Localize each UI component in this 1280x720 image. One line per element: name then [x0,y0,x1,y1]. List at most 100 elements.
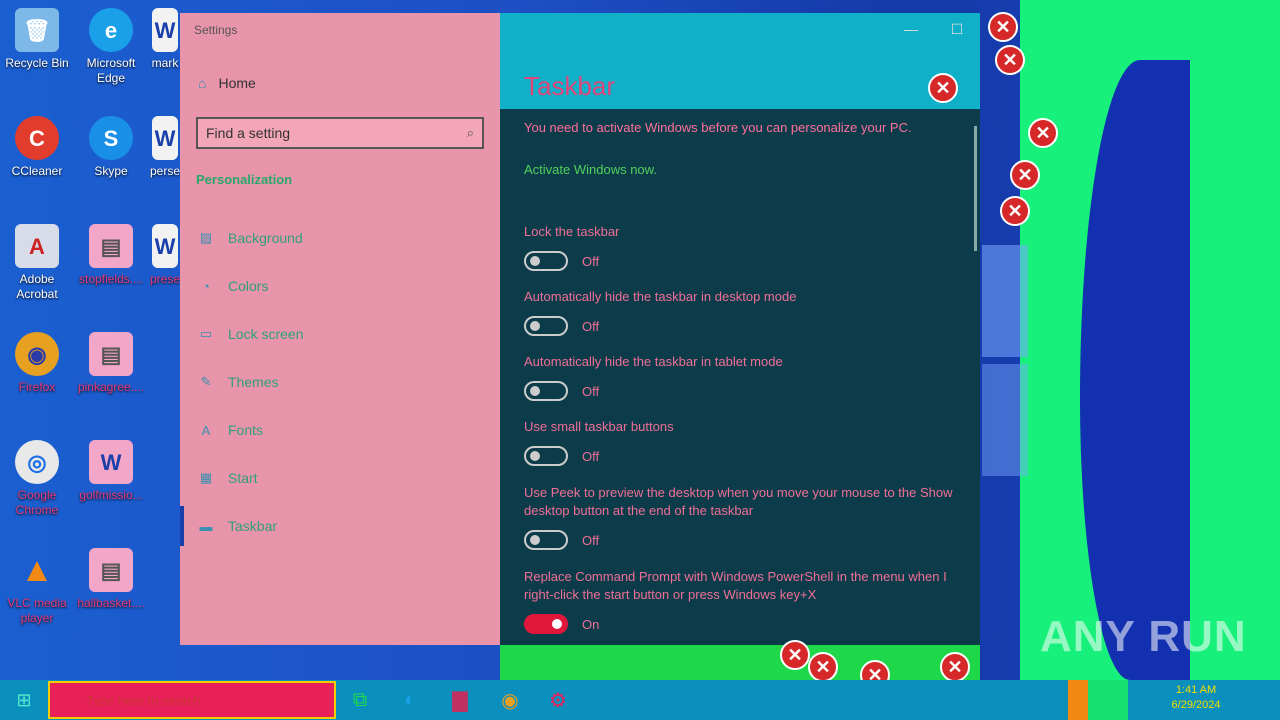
error-icon: ✕ [940,652,970,682]
lock-taskbar-toggle[interactable] [524,251,568,271]
skype-icon: S [89,116,133,160]
desktop-icon-edge[interactable]: e Microsoft Edge [76,8,146,86]
word-document-icon: W [89,440,133,484]
page-title: Taskbar [524,71,616,101]
start-button[interactable]: ⊞ [0,680,48,720]
desktop-icon-mark[interactable]: W mark [150,8,180,71]
nav-item-colors[interactable]: ◔ Colors [180,266,500,306]
image-file-icon: ▤ [89,332,133,376]
nav-item-label: Colors [228,278,269,294]
task-view-button[interactable]: ⧉ [336,680,384,720]
settings-window: Settings ⌂ Home Find a setting ⌕ Persona… [180,13,980,645]
wallpaper-windows-logo-pane [982,364,1028,476]
taskbar-file-explorer[interactable]: ▇ [436,680,484,720]
image-file-icon: ▤ [89,224,133,268]
nav-item-label: Themes [228,374,279,390]
nav-item-label: Taskbar [228,518,278,534]
acrobat-icon: A [15,224,59,268]
desktop-icon-vlc[interactable]: ▲ VLC media player [2,548,72,626]
error-icon: ✕ [988,12,1018,42]
error-icon: ✕ [1028,118,1058,148]
start-tiles-icon: ▦ [199,470,213,485]
taskbar-settings[interactable]: ⚙ [534,680,582,720]
error-icon: ✕ [808,652,838,682]
edge-icon: e [89,8,133,52]
wallpaper-windows-logo-pane [982,245,1028,357]
taskbar-firefox[interactable]: ◉ [486,680,534,720]
setting-powershell: Replace Command Prompt with Windows Powe… [524,568,964,634]
toggle-state-label: Off [582,253,600,269]
image-file-icon: ▤ [89,548,133,592]
toggle-state-label: Off [582,383,600,399]
error-icon: ✕ [780,640,810,670]
toggle-state-label: Off [582,448,600,464]
setting-lock-taskbar: Lock the taskbar Off [524,223,964,271]
powershell-toggle[interactable] [524,614,568,634]
settings-search-input[interactable]: Find a setting ⌕ [196,117,484,149]
word-document-icon: W [152,224,178,268]
recycle-bin-icon: 🗑 [15,8,59,52]
green-overlay-band [500,645,980,680]
section-heading: Personalization [196,172,293,187]
desktop-icon-hallbasket[interactable]: ▤ hallbasket.... [76,548,146,611]
small-buttons-toggle[interactable] [524,446,568,466]
home-icon: ⌂ [198,75,207,91]
desktop-icon-golfmissio[interactable]: W golfmissio... [76,440,146,503]
edge-icon: ◐ [403,688,417,711]
nav-item-start[interactable]: ▦ Start [180,458,500,498]
desktop-icon-pinkagree[interactable]: ▤ pinkagree.... [76,332,146,395]
nav-item-lock-screen[interactable]: ▭ Lock screen [180,314,500,354]
folder-icon: ▇ [452,689,468,712]
desktop-icon-prese[interactable]: W prese [150,224,180,287]
nav-item-label: Fonts [228,422,264,438]
minimize-button[interactable]: — [888,13,934,45]
search-placeholder: Find a setting [206,125,291,141]
desktop-icon-ccleaner[interactable]: C CCleaner [2,116,72,179]
windows-start-icon: ⊞ [16,689,32,710]
toggle-state-label: On [582,616,600,632]
autohide-desktop-toggle[interactable] [524,316,568,336]
search-icon: ⌕ [466,125,474,140]
clock-date: 6/29/2024 [1171,699,1221,711]
nav-item-themes[interactable]: ✎ Themes [180,362,500,402]
maximize-button[interactable]: ☐ [934,13,980,45]
home-nav-item[interactable]: ⌂ Home [198,75,256,91]
desktop-icon-skype[interactable]: S Skype [76,116,146,179]
taskbar-search-text: Type here to search [86,692,201,708]
nav-item-background[interactable]: ▨ Background [180,218,500,258]
nav-item-label: Start [228,470,258,486]
desktop-icon-firefox[interactable]: ◉ Firefox [2,332,72,395]
autohide-tablet-toggle[interactable] [524,381,568,401]
peek-toggle[interactable] [524,530,568,550]
desktop-icon-perse[interactable]: W perse [150,116,180,179]
desktop-icon-recycle-bin[interactable]: 🗑 Recycle Bin [2,8,72,71]
activate-windows-link[interactable]: Activate Windows now. [524,162,657,177]
clock-time: 1:41 AM [1175,684,1217,696]
scrollbar[interactable] [974,126,977,251]
desktop-icon-adobe-acrobat[interactable]: A Adobe Acrobat [2,224,72,302]
setting-small-buttons: Use small taskbar buttons Off [524,418,964,466]
nav-item-fonts[interactable]: A Fonts [180,410,500,450]
word-document-icon: W [152,8,178,52]
brush-icon: ✎ [200,374,212,389]
word-document-icon: W [152,116,178,160]
taskbar-edge[interactable]: ◐ [386,680,434,720]
window-title: Settings [194,23,238,37]
window-controls: — ☐ [888,13,980,45]
taskbar-search-box[interactable]: Type here to search [48,681,336,719]
taskbar-icon: ▬ [199,518,213,534]
desktop-icon-chrome[interactable]: ◎ Google Chrome [2,440,72,518]
error-icon: ✕ [1000,196,1030,226]
tray-green-area [1088,680,1128,720]
monitor-icon: ▭ [199,326,213,341]
desktop-icon-stopfields[interactable]: ▤ stopfields.... [76,224,146,287]
firefox-icon: ◉ [15,332,59,376]
setting-autohide-desktop: Automatically hide the taskbar in deskto… [524,288,964,336]
taskbar-clock[interactable]: 1:41 AM 6/29/2024 [1168,683,1224,713]
nav-item-label: Lock screen [228,326,304,342]
settings-nav-pane: Settings ⌂ Home Find a setting ⌕ Persona… [180,13,500,645]
palette-icon: ◔ [202,278,210,294]
nav-item-taskbar[interactable]: ▬ Taskbar [180,506,500,546]
activation-warning: You need to activate Windows before you … [524,120,912,135]
tray-accent [1068,680,1088,720]
